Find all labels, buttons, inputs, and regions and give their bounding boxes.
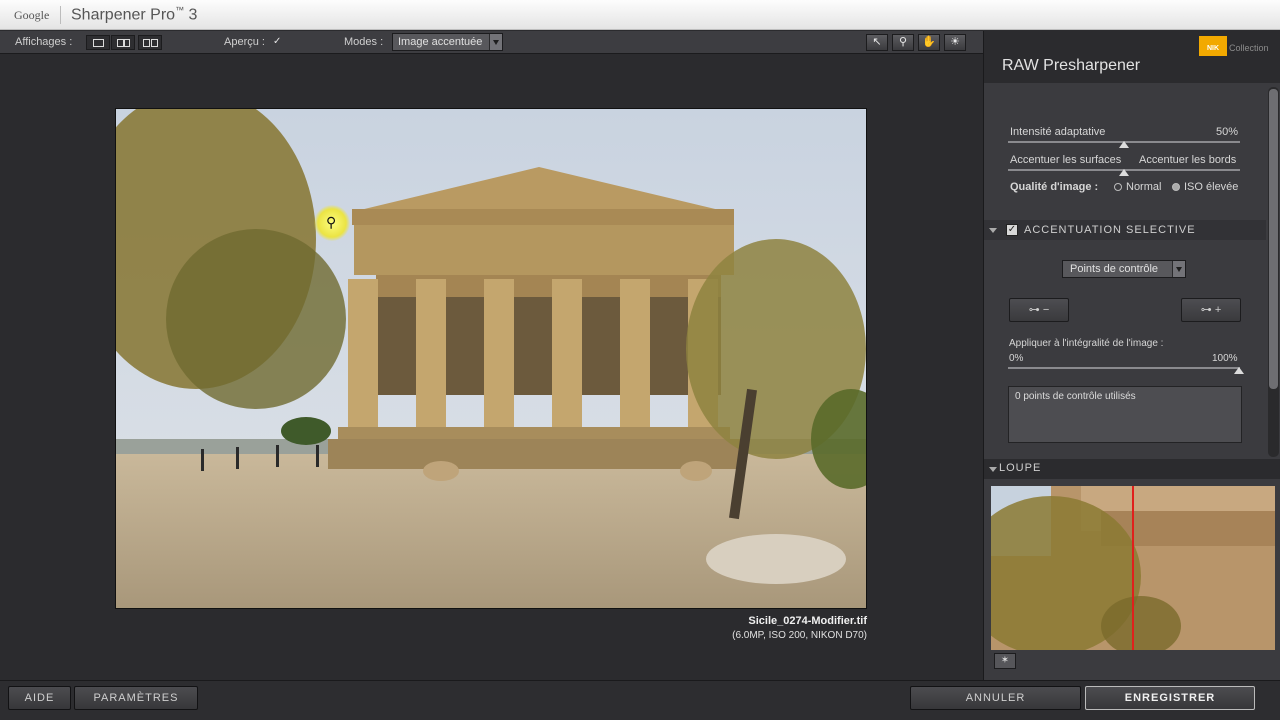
panel-scrollbar[interactable] [1268,87,1279,457]
image-filename: Sicile_0274-Modifier.tif [748,615,867,627]
remove-control-point-button[interactable]: ⊶ − [1009,298,1069,322]
image-info: (6.0MP, ISO 200, NIKON D70) [732,630,867,641]
temple-photo [116,109,866,608]
apply-min: 0% [1009,353,1024,364]
collapse-icon[interactable] [989,467,997,472]
nik-collection-label: Collection [1229,43,1269,53]
app-title: Sharpener Pro™ 3 [71,5,197,24]
quality-iso-option[interactable]: ISO élevée [1172,181,1238,193]
collapse-icon[interactable] [989,228,997,233]
loupe-preview[interactable] [991,486,1275,650]
cancel-button[interactable]: ANNULER [910,686,1081,710]
apply-handle[interactable] [1234,367,1244,374]
adaptive-intensity-handle[interactable] [1119,141,1129,148]
adaptive-intensity-label: Intensité adaptative [1010,126,1106,138]
control-point-plus-icon: ⊶ [1200,304,1215,316]
normal-label: Normal [1126,181,1162,193]
arrow-tool-button[interactable]: ↖ [866,34,888,51]
google-brand: Google [14,8,50,22]
quality-label: Qualité d'image : [1010,181,1099,193]
zoom-icon: ⚲ [898,36,908,48]
views-label: Affichages : [15,36,73,48]
title-bar: Google Sharpener Pro™ 3 [0,0,1280,30]
single-view-icon [93,39,104,47]
nik-logo: NIK [1199,36,1227,56]
top-toolbar: Affichages : Aperçu : ✓ Modes : Image ac… [0,31,983,54]
apply-max: 100% [1212,353,1238,364]
modes-value: Image accentuée [398,36,483,48]
arrow-icon: ↖ [872,36,882,48]
app-version: 3 [188,6,198,24]
hand-icon: ✋ [922,36,936,48]
zoom-icon: ⚲ [326,214,337,230]
chevron-down-icon [489,34,502,50]
modes-dropdown[interactable]: Image accentuée [392,33,503,51]
bottom-bar: AIDE PARAMÈTRES ANNULER ENREGISTRER [0,680,1280,720]
settings-button[interactable]: PARAMÈTRES [74,686,198,710]
light-icon: ☀ [950,36,960,48]
control-points-value: Points de contrôle [1070,263,1159,275]
loupe-image [991,486,1275,650]
single-view-button[interactable] [86,35,110,50]
control-points-dropdown[interactable]: Points de contrôle [1062,260,1186,278]
surfaces-label: Accentuer les surfaces [1010,154,1122,166]
split-view-button[interactable] [111,35,135,50]
app-tm: ™ [175,5,185,15]
apply-label: Appliquer à l'intégralité de l'image : [1009,338,1164,349]
side-by-side-icon [143,39,150,47]
adaptive-intensity-value: 50% [1216,126,1239,138]
preview-checkbox[interactable]: ✓ [273,37,283,47]
light-tool-button[interactable]: ☀ [944,34,966,51]
quality-normal-option[interactable]: Normal [1114,181,1161,193]
plus-label: + [1214,304,1222,316]
preview-image[interactable] [115,108,867,609]
add-control-point-button[interactable]: ⊶ + [1181,298,1241,322]
save-button[interactable]: ENREGISTRER [1085,686,1255,710]
iso-radio[interactable] [1172,183,1180,191]
selective-title: ACCENTUATION SELECTIVE [1024,224,1196,236]
surfaces-edges-handle[interactable] [1119,169,1129,176]
modes-label: Modes : [344,36,384,48]
edges-label: Accentuer les bords [1139,154,1237,166]
selective-checkbox[interactable]: ✓ [1006,224,1018,236]
panel-title: RAW Presharpener [1002,57,1141,74]
app-name: Sharpener Pro [71,6,176,24]
side-by-side-view-button[interactable] [138,35,162,50]
zoom-cursor: ⚲ [314,205,350,241]
control-points-used: 0 points de contrôle utilisés [1008,386,1242,443]
loupe-title: LOUPE [999,462,1042,474]
control-point-minus-icon: ⊶ [1028,304,1043,316]
selective-section-header[interactable]: ✓ ACCENTUATION SELECTIVE [984,220,1266,240]
panel-header: NIK Collection RAW Presharpener [984,31,1280,83]
settings-panel: NIK Collection RAW Presharpener Intensit… [983,31,1280,680]
normal-radio[interactable] [1114,183,1122,191]
hand-tool-button[interactable]: ✋ [918,34,940,51]
minus-label: − [1042,304,1050,316]
scrollbar-thumb[interactable] [1269,89,1278,389]
apply-slider[interactable] [1008,367,1240,369]
preview-label: Aperçu : [224,36,265,48]
title-separator [60,6,61,24]
chevron-down-icon [1172,261,1185,277]
pin-icon: ✶ [1000,655,1010,666]
help-button[interactable]: AIDE [8,686,71,710]
loupe-section-header[interactable]: LOUPE [984,459,1280,479]
pin-loupe-button[interactable]: ✶ [994,653,1016,669]
zoom-tool-button[interactable]: ⚲ [892,34,914,51]
iso-label: ISO élevée [1184,181,1239,193]
